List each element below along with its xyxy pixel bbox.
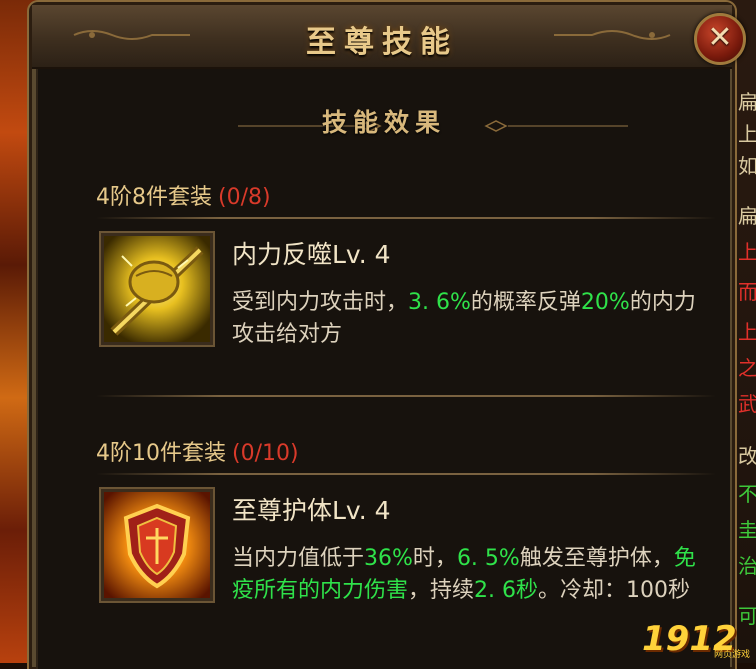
close-icon: ✕ [707, 20, 733, 55]
side-glyph: 武 [738, 392, 756, 416]
desc-value: 20% [580, 290, 630, 315]
desc-value: 6. 5% [456, 546, 520, 571]
golden-fist-icon[interactable] [101, 233, 213, 345]
desc-text: 触发至尊护体， [519, 546, 674, 571]
desc-text: 的概率反弹 [470, 290, 581, 315]
desc-text: 当内力值低于 [232, 546, 365, 571]
set-title-8pc: 4阶8件套装 (0/8) [96, 179, 271, 211]
title-ornament-right [554, 30, 671, 40]
desc-text: 受到内力攻击时， [232, 290, 409, 315]
divider [96, 395, 716, 397]
set-progress: (0/10) [232, 441, 299, 466]
side-glyph: 如 [738, 154, 756, 178]
side-glyph: 改 [738, 444, 756, 468]
side-glyph: 上 [738, 240, 756, 264]
set-title-10pc: 4阶10件套装 (0/10) [96, 435, 299, 467]
site-watermark-logo: 1912 网页游戏 [640, 617, 756, 663]
close-button[interactable]: ✕ [694, 13, 746, 65]
skill-description: 受到内力攻击时，3. 6%的概率反弹20%的内力攻击给对方 [232, 287, 712, 351]
desc-value: 3. 6% [408, 290, 471, 315]
flame-shield-icon[interactable] [101, 489, 213, 601]
side-glyph: 上 [738, 122, 756, 146]
desc-value: 2. 6秒 [474, 578, 539, 603]
skill-content-panel: 技能效果 4阶8件套装 (0/8) 内力反噬Lv. 4 受到内力攻击时，3. 6… [36, 69, 730, 669]
set-name: 4阶10件套装 [96, 441, 226, 466]
side-glyph: 而 [738, 280, 756, 304]
watermark-subtext: 网页游戏 [714, 650, 751, 660]
side-glyph: 上 [738, 320, 756, 344]
set-progress: (0/8) [218, 185, 271, 210]
skill-name: 至尊护体Lv. 4 [232, 496, 391, 525]
section-ornament-right [484, 120, 628, 132]
side-glyph: 扁 [738, 204, 756, 228]
skill-description: 当内力值低于36%时，6. 5%触发至尊护体，免疫所有的内力伤害，持续2. 6秒… [232, 543, 702, 607]
side-glyph: 圭 [738, 518, 756, 542]
divider [96, 217, 716, 219]
side-glyph: 不 [738, 482, 756, 506]
side-glyph: 之 [738, 356, 756, 380]
skill-name: 内力反噬Lv. 4 [232, 240, 391, 269]
set-name: 4阶8件套装 [96, 185, 212, 210]
divider [96, 473, 716, 475]
side-glyph: 扁 [738, 90, 756, 114]
section-header: 技能效果 [38, 99, 730, 139]
skill-window: 至尊技能 ✕ 技能效果 4阶8件套装 (0/8) 内力反噬Lv. 4 受到内力攻… [32, 5, 746, 669]
side-glyph: 治 [738, 554, 756, 578]
desc-value: 36% [364, 546, 413, 571]
desc-text: ，持续 [408, 578, 475, 603]
desc-text: 。冷却：100秒 [538, 578, 691, 603]
desc-text: 时， [412, 546, 457, 571]
window-titlebar: 至尊技能 [32, 5, 732, 69]
